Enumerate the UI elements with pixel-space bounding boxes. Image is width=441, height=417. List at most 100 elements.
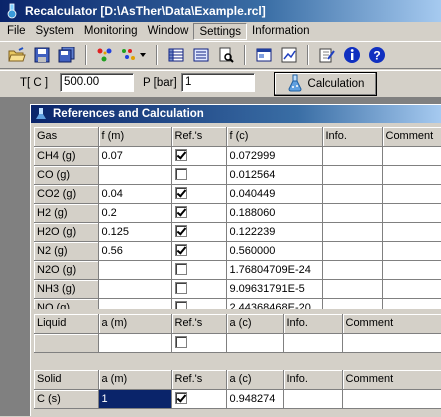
column-header[interactable]: Ref.'s	[171, 314, 227, 334]
reference-checkbox[interactable]	[174, 281, 187, 294]
reference-checkbox[interactable]	[174, 167, 187, 180]
comment-cell[interactable]	[342, 333, 441, 353]
column-header[interactable]: f (c)	[226, 127, 323, 147]
column-header[interactable]: a (m)	[98, 314, 172, 334]
species-name[interactable]: NO (g)	[34, 298, 99, 309]
species-name[interactable]: CH4 (g)	[34, 146, 99, 166]
info-cell[interactable]	[322, 241, 383, 261]
app-icon[interactable]	[4, 3, 20, 19]
species-name[interactable]: NH3 (g)	[34, 279, 99, 299]
flask-icon	[287, 74, 303, 95]
reference-checkbox[interactable]	[174, 262, 187, 275]
fraction-measured-cell[interactable]	[98, 298, 172, 309]
column-header[interactable]: Ref.'s	[171, 370, 227, 390]
info-cell[interactable]	[322, 184, 383, 204]
species-name[interactable]: CO2 (g)	[34, 184, 99, 204]
chart-icon[interactable]	[278, 44, 300, 66]
species-name[interactable]: H2O (g)	[34, 222, 99, 242]
activity-measured-cell[interactable]: 1	[98, 389, 172, 409]
table-icon[interactable]	[165, 44, 187, 66]
pane-splitter[interactable]	[34, 354, 441, 370]
list-icon[interactable]	[190, 44, 212, 66]
info-cell[interactable]	[322, 298, 383, 309]
species-name[interactable]: H2 (g)	[34, 203, 99, 223]
column-header[interactable]: Comment	[342, 370, 441, 390]
info-cell[interactable]	[283, 389, 343, 409]
column-header[interactable]: Info.	[283, 314, 343, 334]
menu-window[interactable]: Window	[143, 23, 194, 40]
child-window-titlebar[interactable]: References and Calculation	[31, 105, 441, 123]
reference-checkbox[interactable]	[174, 243, 187, 256]
reference-checkbox[interactable]	[174, 205, 187, 218]
comment-cell[interactable]	[382, 260, 441, 280]
column-header[interactable]: Gas	[34, 127, 99, 147]
column-header[interactable]: f (m)	[98, 127, 172, 147]
save-all-icon[interactable]	[56, 44, 78, 66]
menu-monitoring[interactable]: Monitoring	[79, 23, 143, 40]
column-header[interactable]: Info.	[322, 127, 383, 147]
save-icon[interactable]	[31, 44, 53, 66]
column-header[interactable]: Info.	[283, 370, 343, 390]
menu-system[interactable]: System	[31, 23, 79, 40]
column-header[interactable]: Solid	[34, 370, 99, 390]
table-row: CO2 (g) 0.04 0.040449	[34, 184, 441, 204]
info-cell[interactable]	[322, 203, 383, 223]
print-preview-icon[interactable]	[215, 44, 237, 66]
reference-checkbox[interactable]	[174, 300, 187, 309]
reference-checkbox[interactable]	[174, 224, 187, 237]
column-header[interactable]: a (m)	[98, 370, 172, 390]
fraction-measured-cell[interactable]: 0.56	[98, 241, 172, 261]
comment-cell[interactable]	[382, 241, 441, 261]
info-cell[interactable]	[322, 165, 383, 185]
temperature-input[interactable]: 500.00	[60, 73, 134, 92]
fraction-measured-cell[interactable]	[98, 165, 172, 185]
comment-cell[interactable]	[382, 203, 441, 223]
fraction-measured-cell[interactable]: 0.125	[98, 222, 172, 242]
fraction-measured-cell[interactable]	[98, 279, 172, 299]
info-cell[interactable]	[322, 222, 383, 242]
fraction-measured-cell[interactable]: 0.2	[98, 203, 172, 223]
calculation-button[interactable]: Calculation	[274, 72, 377, 96]
info-cell[interactable]	[322, 146, 383, 166]
menu-settings[interactable]: Settings	[193, 22, 248, 40]
fraction-measured-cell[interactable]: 0.07	[98, 146, 172, 166]
open-folder-icon[interactable]	[6, 44, 28, 66]
reference-checkbox[interactable]	[174, 148, 187, 161]
activity-measured-cell[interactable]	[98, 333, 172, 353]
comment-cell[interactable]	[382, 298, 441, 309]
comment-cell[interactable]	[382, 222, 441, 242]
comment-cell[interactable]	[342, 389, 441, 409]
help-icon[interactable]: ?	[366, 44, 388, 66]
molecule-dropdown-icon[interactable]	[119, 44, 149, 66]
info-cell[interactable]	[322, 279, 383, 299]
comment-cell[interactable]	[382, 146, 441, 166]
pressure-input[interactable]: 1	[181, 73, 255, 92]
edit-icon[interactable]	[316, 44, 338, 66]
reference-checkbox[interactable]	[174, 391, 187, 404]
species-name[interactable]: N2 (g)	[34, 241, 99, 261]
column-header[interactable]: Ref.'s	[171, 127, 227, 147]
species-name[interactable]	[34, 333, 99, 353]
window-icon[interactable]	[253, 44, 275, 66]
fraction-measured-cell[interactable]: 0.04	[98, 184, 172, 204]
info-icon[interactable]	[341, 44, 363, 66]
molecule-icon[interactable]	[94, 44, 116, 66]
column-header[interactable]: a (c)	[226, 314, 284, 334]
menu-information[interactable]: Information	[247, 23, 315, 40]
info-cell[interactable]	[283, 333, 343, 353]
comment-cell[interactable]	[382, 184, 441, 204]
fraction-measured-cell[interactable]	[98, 260, 172, 280]
column-header[interactable]: Comment	[382, 127, 441, 147]
column-header[interactable]: Liquid	[34, 314, 99, 334]
species-name[interactable]: CO (g)	[34, 165, 99, 185]
column-header[interactable]: a (c)	[226, 370, 284, 390]
reference-checkbox[interactable]	[174, 335, 187, 348]
menu-file[interactable]: File	[2, 23, 31, 40]
species-name[interactable]: N2O (g)	[34, 260, 99, 280]
info-cell[interactable]	[322, 260, 383, 280]
comment-cell[interactable]	[382, 165, 441, 185]
species-name[interactable]: C (s)	[34, 389, 99, 409]
column-header[interactable]: Comment	[342, 314, 441, 334]
comment-cell[interactable]	[382, 279, 441, 299]
reference-checkbox[interactable]	[174, 186, 187, 199]
